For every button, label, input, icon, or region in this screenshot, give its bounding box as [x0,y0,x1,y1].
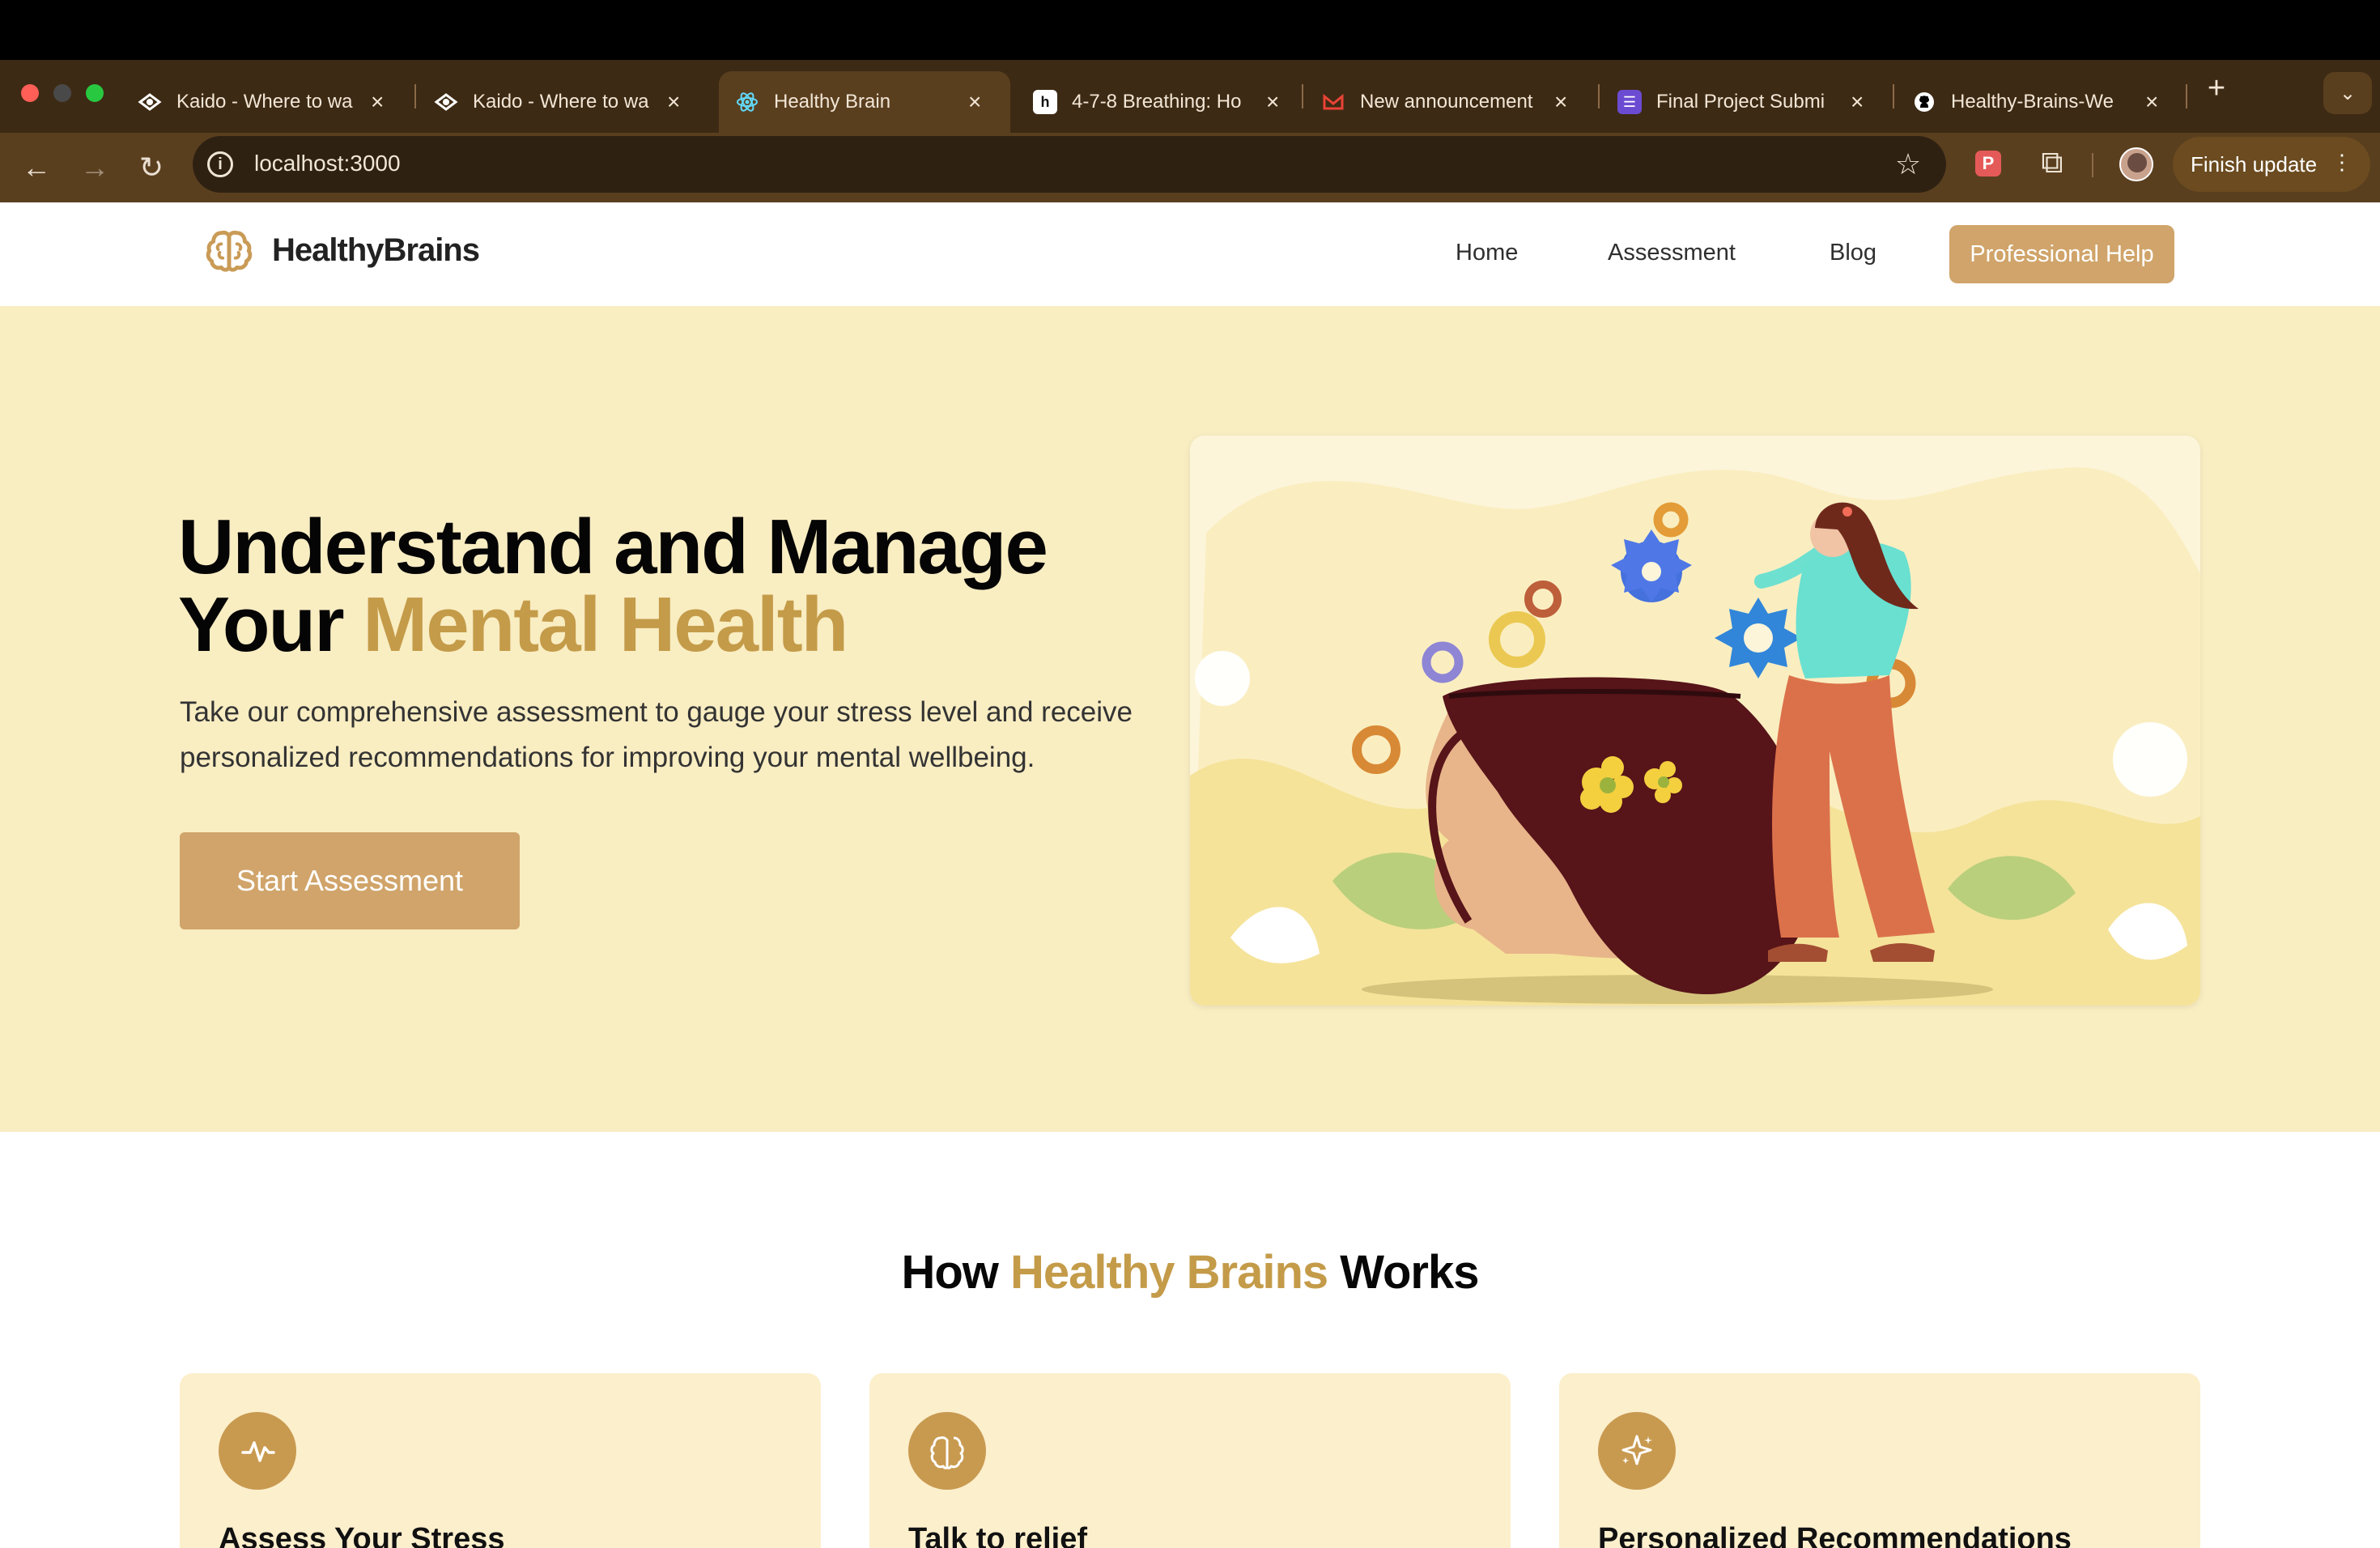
kaido-icon [138,90,162,114]
tab-separator [1302,84,1303,108]
feature-title: Assess Your Stress [219,1522,505,1548]
feature-card-assess[interactable]: Assess Your Stress [180,1373,821,1548]
back-icon[interactable]: ← [13,144,60,191]
tab-final-project[interactable]: ☰ Final Project Submi × [1601,71,1880,133]
maximize-window-icon[interactable] [86,84,104,102]
feature-title: Personalized Recommendations [1598,1522,2072,1548]
hero-section: Understand and Manage Your Mental Health… [0,306,2380,1132]
feature-card-recommendations[interactable]: Personalized Recommendations [1559,1373,2200,1548]
bookmark-star-icon[interactable]: ☆ [1888,144,1928,185]
close-tab-icon[interactable]: × [1266,89,1279,115]
nav-home[interactable]: Home [1456,240,1518,266]
extension-icon[interactable]: P [1975,151,2001,176]
address-bar[interactable] [193,136,1946,193]
kaido-icon [434,90,458,114]
toolbar-separator [2092,153,2093,177]
close-tab-icon[interactable]: × [667,89,680,115]
top-black-bar [0,0,2380,60]
tab-title: New announcement [1360,91,1533,113]
h-icon: h [1033,90,1057,114]
github-icon [1912,90,1936,114]
hero-description: Take our comprehensive assessment to gau… [180,696,1133,773]
brand-name: HealthyBrains [272,232,480,268]
tab-separator [2186,84,2187,108]
close-tab-icon[interactable]: × [2145,89,2158,115]
close-window-icon[interactable] [21,84,39,102]
brain-icon [206,230,253,272]
tab-healthy-brain[interactable]: Healthy Brain × [719,71,1010,133]
more-options-icon: ⋮ [2331,150,2352,174]
hero-title: Understand and Manage Your Mental Health [178,508,1198,664]
hero-title-line1: Understand and Manage [178,504,1048,590]
tab-separator [414,84,416,108]
tab-breathing[interactable]: h 4-7-8 Breathing: Ho × [1017,71,1295,133]
tab-separator [1893,84,1894,108]
tab-title: Healthy-Brains-We [1951,91,2114,113]
works-title-prefix: How [901,1246,1011,1299]
professional-help-button[interactable]: Professional Help [1949,225,2174,283]
tab-kaido-2[interactable]: Kaido - Where to wa × [418,71,696,133]
tab-gmail[interactable]: New announcement × [1305,71,1583,133]
finish-update-button[interactable]: Finish update ⋮ [2173,137,2370,192]
profile-avatar[interactable] [2119,147,2153,181]
tab-title: Kaido - Where to wa [176,91,353,113]
mental-health-illustration [1190,436,2200,1006]
brand-logo[interactable]: HealthyBrains [204,225,480,275]
forward-icon[interactable]: → [71,144,118,191]
works-title-suffix: Works [1328,1246,1479,1299]
extensions-puzzle-icon[interactable]: ⧉ [2032,142,2072,183]
tab-kaido-1[interactable]: Kaido - Where to wa × [121,71,400,133]
reload-icon[interactable]: ↻ [128,144,175,191]
feature-title: Talk to relief [908,1522,1088,1548]
start-assessment-button[interactable]: Start Assessment [180,832,520,929]
gmail-icon [1321,90,1345,114]
tab-title: Healthy Brain [774,91,891,113]
feature-card-talk[interactable]: Talk to relief [869,1373,1511,1548]
tab-search-button[interactable]: ⌄ [2323,72,2372,114]
nav-assessment[interactable]: Assessment [1608,240,1736,266]
sparkle-icon [1598,1412,1676,1490]
finish-update-label: Finish update [2191,151,2318,176]
minimize-window-icon[interactable] [53,84,71,102]
web-page: HealthyBrains Home Assessment Blog Profe… [0,202,2380,1548]
hero-title-prefix: Your [178,581,363,668]
brain-icon [908,1412,986,1490]
tab-title: 4-7-8 Breathing: Ho [1072,91,1242,113]
site-header: HealthyBrains Home Assessment Blog Profe… [0,202,2380,306]
pulse-icon [219,1412,296,1490]
close-tab-icon[interactable]: × [968,89,981,115]
tab-github[interactable]: Healthy-Brains-We × [1896,71,2174,133]
browser-window: Kaido - Where to wa × Kaido - Where to w… [0,0,2380,1548]
close-tab-icon[interactable]: × [1851,89,1864,115]
tab-separator [1598,84,1600,108]
how-it-works-title: How Healthy Brains Works [0,1245,2380,1299]
illustration-image [1190,436,2200,1006]
site-info-icon[interactable]: i [207,151,233,177]
form-icon: ☰ [1617,90,1642,114]
close-tab-icon[interactable]: × [371,89,384,115]
new-tab-button[interactable]: + [2199,71,2234,113]
tab-title: Final Project Submi [1656,91,1825,113]
hero-title-accent: Mental Health [363,581,848,668]
react-icon [735,90,759,114]
works-title-accent: Healthy Brains [1010,1246,1328,1299]
how-it-works-section: How Healthy Brains Works Assess Your Str… [0,1132,2380,1548]
tab-title: Kaido - Where to wa [473,91,649,113]
address-text[interactable]: localhost:3000 [254,151,401,176]
nav-blog[interactable]: Blog [1830,240,1876,266]
close-tab-icon[interactable]: × [1554,89,1567,115]
